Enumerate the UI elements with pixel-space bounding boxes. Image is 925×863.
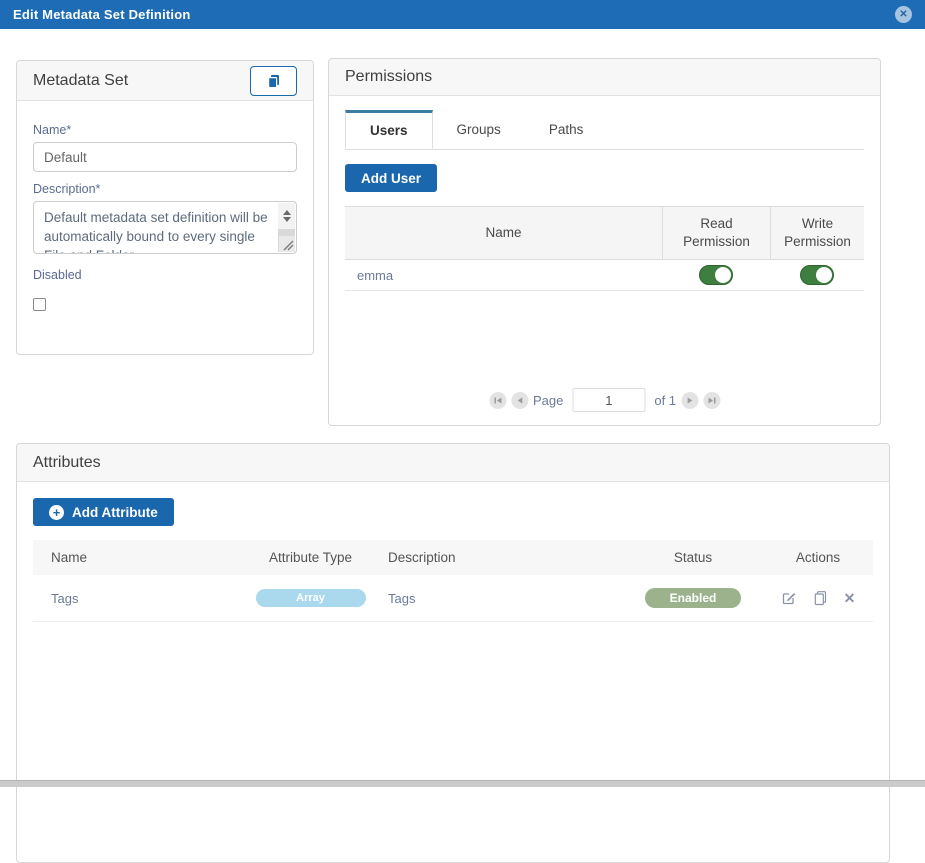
attributes-panel: Attributes + Add Attribute Name Attribut…: [16, 443, 890, 863]
attribute-type-badge: Array: [256, 589, 366, 607]
next-page-button[interactable]: [681, 392, 698, 409]
attribute-name: Tags: [33, 591, 233, 606]
edit-icon[interactable]: [781, 590, 797, 606]
add-user-label: Add User: [361, 171, 421, 186]
page-number-input[interactable]: [572, 388, 645, 412]
status-badge: Enabled: [645, 588, 741, 608]
plus-icon: +: [49, 505, 64, 520]
description-textarea[interactable]: Default metadata set definition will be …: [33, 201, 297, 254]
write-permission-toggle[interactable]: [800, 265, 834, 285]
prev-page-button[interactable]: [511, 392, 528, 409]
resize-grip-icon[interactable]: [279, 236, 295, 252]
attribute-description: Tags: [388, 591, 623, 606]
metadata-set-title: Metadata Set: [33, 72, 128, 90]
column-actions: Actions: [763, 550, 873, 565]
permissions-panel: Permissions Users Groups Paths Add User …: [328, 58, 881, 426]
disabled-checkbox[interactable]: [33, 298, 46, 311]
attributes-header: Attributes: [17, 444, 889, 482]
metadata-set-header: Metadata Set: [17, 61, 313, 101]
permissions-title: Permissions: [345, 68, 432, 86]
column-status: Status: [623, 550, 763, 565]
copy-icon: [266, 73, 282, 89]
name-input[interactable]: [33, 142, 297, 172]
tab-paths[interactable]: Paths: [525, 110, 608, 149]
column-write-permission: Write Permission: [770, 207, 864, 259]
table-row: Tags Array Tags Enabled: [33, 575, 873, 622]
copy-icon[interactable]: [813, 590, 828, 606]
delete-icon[interactable]: ✕: [844, 591, 856, 605]
tab-groups[interactable]: Groups: [433, 110, 525, 149]
users-table-header: Name Read Permission Write Permission: [345, 206, 864, 260]
column-name: Name: [345, 207, 662, 259]
add-user-button[interactable]: Add User: [345, 164, 437, 192]
column-read-permission: Read Permission: [662, 207, 770, 259]
dialog-title: Edit Metadata Set Definition: [13, 7, 191, 22]
name-label: Name*: [33, 123, 297, 137]
permissions-header: Permissions: [329, 59, 880, 96]
description-text: Default metadata set definition will be …: [34, 202, 296, 254]
pagination: Page of 1: [489, 388, 720, 412]
user-name: emma: [345, 268, 662, 283]
metadata-set-panel: Metadata Set Name* Description* Default …: [16, 60, 314, 355]
permissions-tabs: Users Groups Paths: [345, 110, 864, 150]
disabled-label: Disabled: [33, 268, 297, 282]
read-permission-toggle[interactable]: [699, 265, 733, 285]
page-label: Page: [533, 393, 563, 408]
table-row: emma: [345, 260, 864, 291]
attributes-table: Name Attribute Type Description Status A…: [33, 540, 873, 622]
tab-users[interactable]: Users: [345, 110, 433, 149]
column-attribute-type: Attribute Type: [233, 550, 388, 565]
column-description: Description: [388, 550, 623, 565]
add-attribute-label: Add Attribute: [72, 505, 158, 520]
horizontal-scrollbar[interactable]: [0, 780, 925, 787]
attributes-title: Attributes: [33, 454, 101, 472]
copy-metadata-set-button[interactable]: [250, 66, 297, 96]
description-label: Description*: [33, 182, 297, 196]
last-page-button[interactable]: [703, 392, 720, 409]
scroll-arrows-icon[interactable]: [278, 203, 295, 229]
attributes-table-header: Name Attribute Type Description Status A…: [33, 540, 873, 575]
dialog-titlebar: Edit Metadata Set Definition ✕: [0, 0, 925, 29]
first-page-button[interactable]: [489, 392, 506, 409]
column-name: Name: [33, 550, 233, 565]
users-table: Name Read Permission Write Permission em…: [345, 206, 864, 291]
page-of-label: of 1: [654, 393, 676, 408]
add-attribute-button[interactable]: + Add Attribute: [33, 498, 174, 526]
close-icon[interactable]: ✕: [895, 6, 912, 23]
